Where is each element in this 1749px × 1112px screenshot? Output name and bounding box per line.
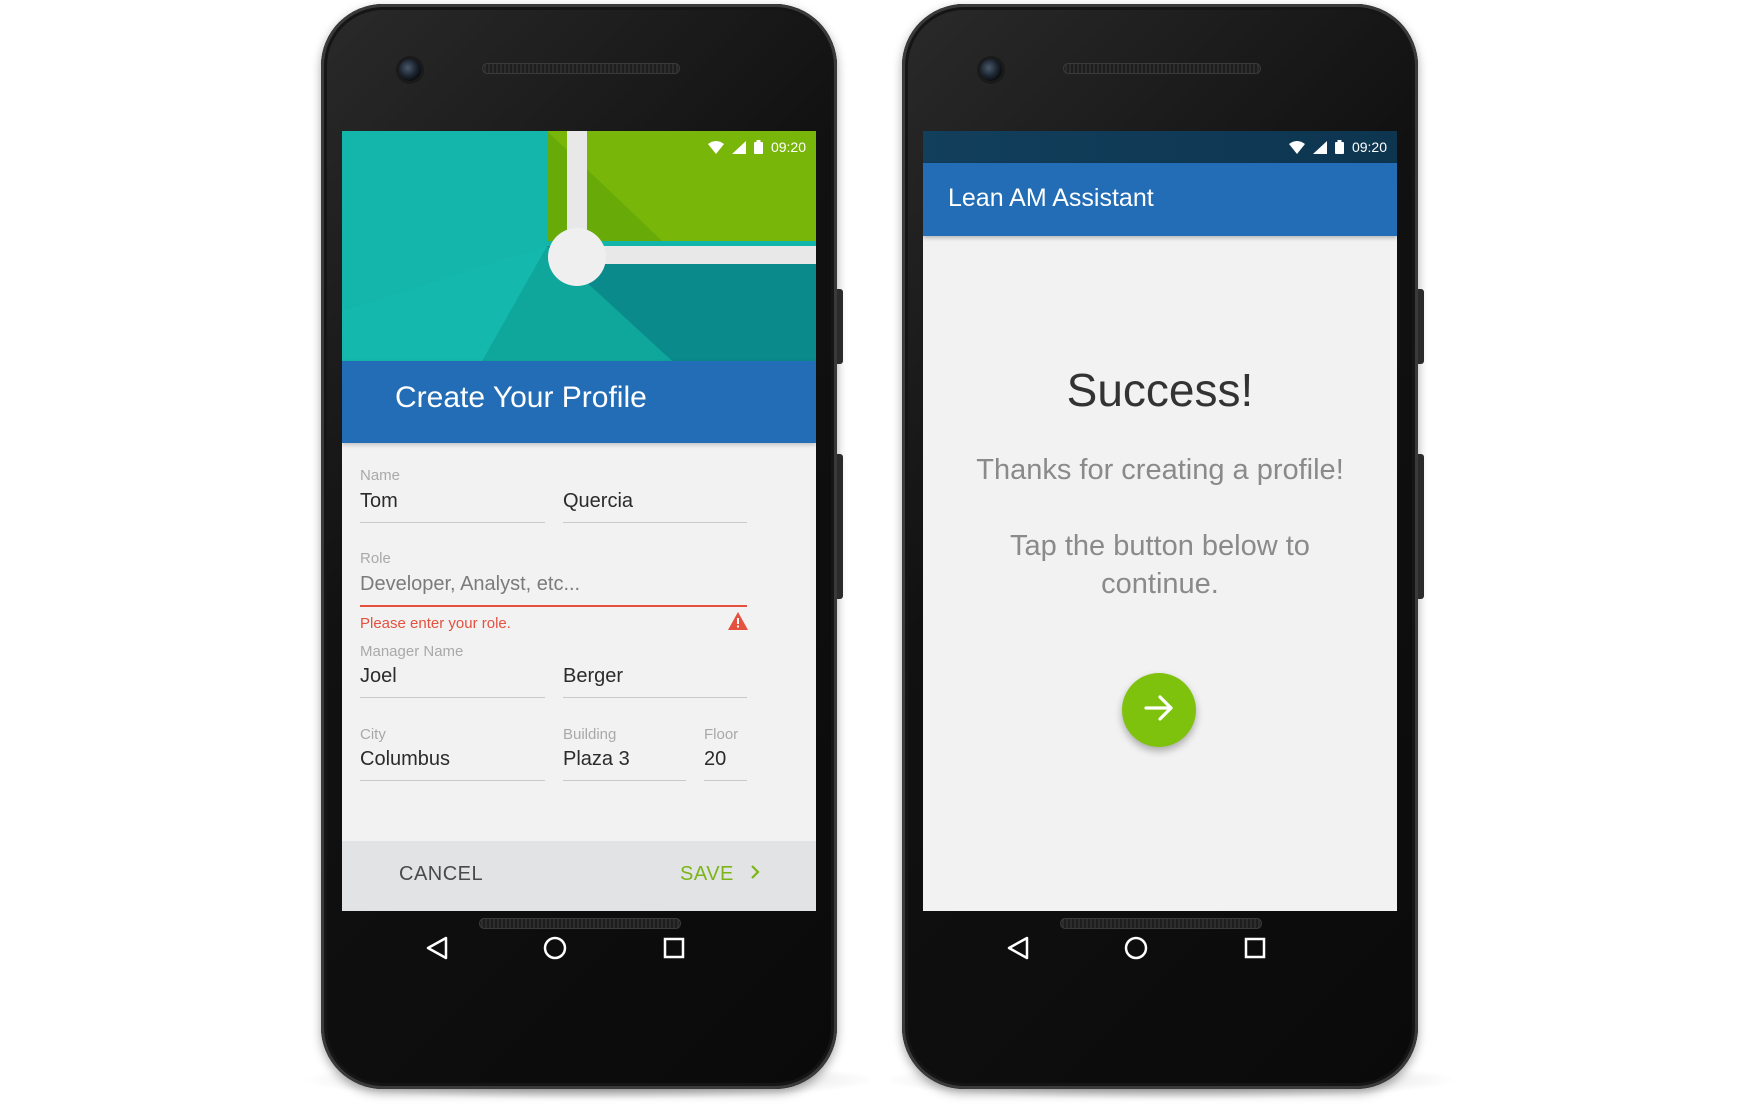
role-error-underline	[360, 605, 747, 607]
back-icon[interactable]	[422, 933, 452, 963]
battery-icon	[1334, 140, 1344, 154]
success-screen: Lean AM Assistant 09:20 Success! Thanks …	[923, 131, 1397, 911]
instruction-line-1: Tap the button below to	[1010, 530, 1310, 562]
left-phone: 09:20 Create Your Profile Name Tom Querc…	[321, 4, 843, 1089]
success-heading: Success!	[1066, 364, 1254, 416]
volume-button	[1418, 454, 1424, 599]
wifi-icon	[707, 140, 724, 154]
thanks-message: Thanks for creating a profile!	[976, 454, 1344, 486]
top-speaker	[482, 63, 680, 74]
save-button[interactable]: SAVE	[680, 863, 760, 886]
save-label: SAVE	[680, 863, 734, 885]
front-camera	[399, 59, 421, 81]
profile-screen: 09:20 Create Your Profile Name Tom Querc…	[342, 131, 816, 911]
status-bar: 09:20	[923, 131, 1397, 163]
recents-icon[interactable]	[659, 933, 689, 963]
app-title: Lean AM Assistant	[948, 184, 1154, 212]
first-name-underline	[360, 522, 545, 523]
chevron-right-icon	[750, 863, 760, 886]
manager-last-name-field[interactable]: Berger	[563, 665, 623, 688]
building-field[interactable]: Plaza 3	[563, 748, 630, 771]
role-field[interactable]: Developer, Analyst, etc...	[360, 573, 580, 596]
front-camera	[980, 59, 1002, 81]
manager-name-label: Manager Name	[360, 643, 464, 660]
arrow-right-icon	[1143, 694, 1175, 727]
recents-icon[interactable]	[1240, 933, 1270, 963]
toolbar: Lean AM Assistant	[923, 163, 1397, 236]
status-bar: 09:20	[342, 131, 816, 163]
power-button	[1418, 289, 1424, 364]
city-underline	[360, 780, 545, 781]
status-time: 09:20	[1351, 139, 1387, 155]
continue-button[interactable]	[1122, 673, 1196, 747]
building-label: Building	[563, 726, 617, 743]
floor-label: Floor	[704, 726, 739, 743]
right-phone: Lean AM Assistant 09:20 Success! Thanks …	[902, 4, 1424, 1089]
last-name-field[interactable]: Quercia	[563, 490, 633, 513]
manager-first-name-field[interactable]: Joel	[360, 665, 397, 688]
warning-icon	[728, 612, 748, 635]
bottom-speaker	[479, 918, 681, 929]
status-time: 09:20	[770, 139, 806, 155]
wifi-icon	[1288, 140, 1305, 154]
role-label: Role	[360, 550, 391, 567]
top-speaker	[1063, 63, 1261, 74]
action-bar: CANCEL SAVE	[342, 841, 816, 911]
battery-icon	[753, 140, 763, 154]
back-icon[interactable]	[1003, 933, 1033, 963]
bottom-speaker	[1060, 918, 1262, 929]
building-underline	[563, 780, 686, 781]
floor-field[interactable]: 20	[704, 748, 726, 771]
city-field[interactable]: Columbus	[360, 748, 450, 771]
role-error-message: Please enter your role.	[360, 615, 511, 632]
first-name-field[interactable]: Tom	[360, 490, 398, 513]
title-bar: Create Your Profile	[342, 361, 816, 443]
signal-icon	[1312, 140, 1327, 154]
last-name-underline	[563, 522, 747, 523]
page-title: Create Your Profile	[395, 381, 647, 414]
city-label: City	[360, 726, 386, 743]
power-button	[837, 289, 843, 364]
home-icon[interactable]	[1121, 933, 1151, 963]
floor-underline	[704, 780, 747, 781]
manager-last-underline	[563, 697, 747, 698]
home-icon[interactable]	[540, 933, 570, 963]
cancel-button[interactable]: CANCEL	[399, 863, 483, 886]
profile-form: Name Tom Quercia Role Developer, Analyst…	[342, 443, 816, 841]
header-illustration	[342, 131, 816, 361]
volume-button	[837, 454, 843, 599]
manager-first-underline	[360, 697, 545, 698]
instruction-line-2: continue.	[1101, 568, 1219, 600]
signal-icon	[731, 140, 746, 154]
name-label: Name	[360, 467, 401, 484]
